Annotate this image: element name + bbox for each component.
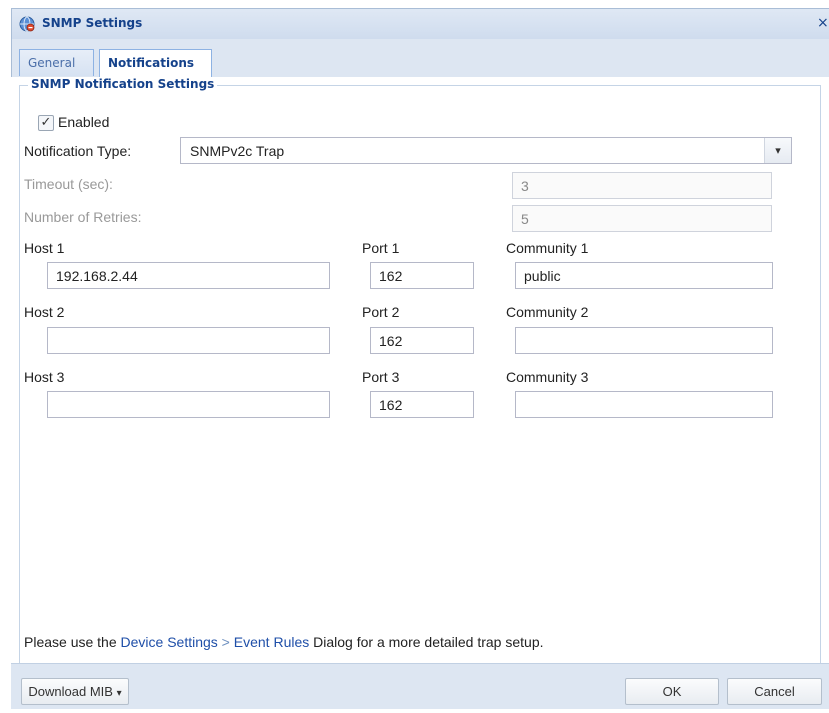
host-1-label: Host 1	[24, 240, 65, 256]
group-legend: SNMP Notification Settings	[28, 77, 218, 91]
notifications-panel: SNMP Notification Settings	[11, 77, 829, 685]
port-2-label: Port 2	[362, 304, 400, 320]
cancel-button[interactable]: Cancel	[727, 678, 822, 705]
dialog-titlebar[interactable]: SNMP Settings ×	[12, 9, 829, 40]
host-3-input[interactable]	[47, 391, 330, 418]
enabled-label: Enabled	[58, 114, 110, 130]
hint-separator: >	[217, 634, 234, 650]
host-3-label: Host 3	[24, 369, 65, 385]
community-1-label: Community 1	[506, 240, 589, 256]
port-3-label: Port 3	[362, 369, 400, 385]
notification-type-value: SNMPv2c Trap	[190, 143, 285, 159]
dialog-title: SNMP Settings	[42, 16, 143, 30]
port-2-input[interactable]: 162	[370, 327, 474, 354]
port-1-label: Port 1	[362, 240, 400, 256]
community-2-input[interactable]	[515, 327, 773, 354]
community-3-label: Community 3	[506, 369, 589, 385]
close-icon[interactable]: ×	[817, 15, 829, 31]
timeout-label: Timeout (sec):	[24, 176, 113, 192]
snmp-globe-icon	[19, 16, 35, 32]
trap-setup-hint: Please use the Device Settings > Event R…	[24, 634, 544, 650]
hint-suffix: Dialog for a more detailed trap setup.	[309, 634, 544, 650]
device-settings-link[interactable]: Device Settings	[121, 634, 218, 650]
community-3-input[interactable]	[515, 391, 773, 418]
page-margin	[0, 0, 11, 713]
host-1-input[interactable]: 192.168.2.44	[47, 262, 330, 289]
tab-general[interactable]: General	[19, 49, 94, 76]
port-1-input[interactable]: 162	[370, 262, 474, 289]
timeout-input[interactable]: 3	[512, 172, 772, 199]
retries-label: Number of Retries:	[24, 209, 142, 225]
retries-input[interactable]: 5	[512, 205, 772, 232]
download-mib-label: Download MIB	[28, 684, 113, 699]
port-3-input[interactable]: 162	[370, 391, 474, 418]
download-mib-button[interactable]: Download MIB ▾	[21, 678, 129, 705]
notification-type-select[interactable]: SNMPv2c Trap ▾	[180, 137, 792, 164]
enabled-checkbox[interactable]: ✓	[38, 115, 54, 131]
host-2-label: Host 2	[24, 304, 65, 320]
dropdown-arrow-icon: ▾	[116, 688, 122, 699]
chevron-down-icon[interactable]: ▾	[764, 138, 791, 163]
tab-notifications[interactable]: Notifications	[99, 49, 212, 77]
notification-type-label: Notification Type:	[24, 143, 132, 159]
hint-prefix: Please use the	[24, 634, 121, 650]
ok-button[interactable]: OK	[625, 678, 719, 705]
community-1-input[interactable]: public	[515, 262, 773, 289]
tab-strip: General Notifications	[12, 39, 829, 78]
dialog-footer: Download MIB ▾ OK Cancel	[11, 663, 829, 709]
community-2-label: Community 2	[506, 304, 589, 320]
host-2-input[interactable]	[47, 327, 330, 354]
event-rules-link[interactable]: Event Rules	[234, 634, 309, 650]
